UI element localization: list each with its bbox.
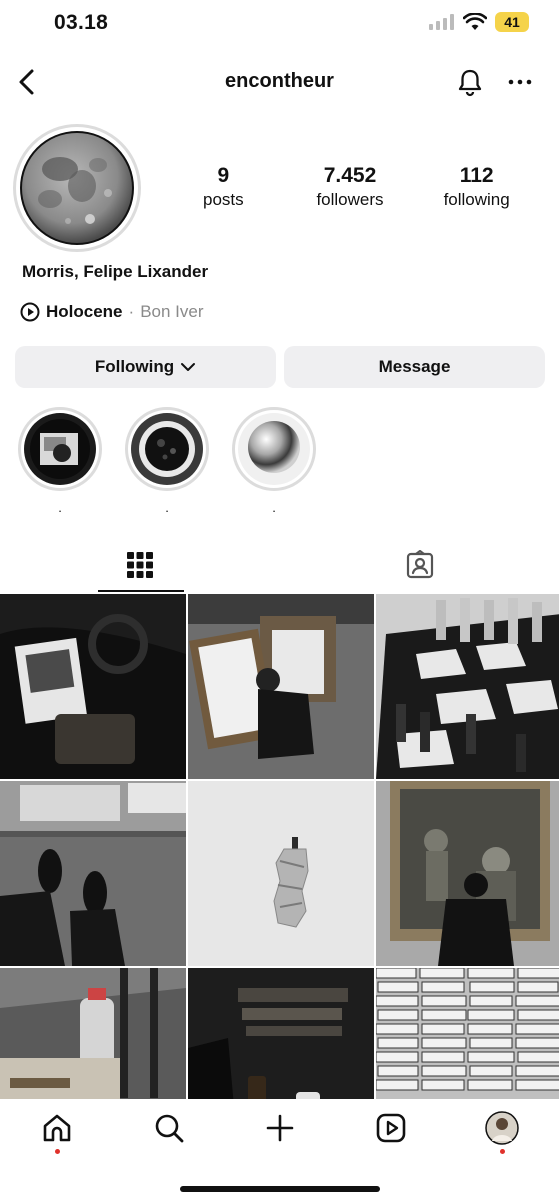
search-icon[interactable] <box>152 1111 186 1145</box>
highlight-3[interactable] <box>232 407 316 491</box>
profile-avatar-nav[interactable] <box>485 1111 519 1145</box>
profile-header: encontheur <box>0 58 559 106</box>
highlight-2[interactable] <box>125 407 209 491</box>
active-tab-indicator <box>98 590 184 592</box>
profile-notification-dot <box>500 1149 505 1154</box>
battery-indicator: 41 <box>495 12 529 32</box>
post-2[interactable] <box>188 594 374 779</box>
post-3[interactable] <box>376 594 559 779</box>
wifi-icon <box>463 13 487 30</box>
music-song: Holocene <box>46 302 123 321</box>
home-notification-dot <box>55 1149 60 1154</box>
moon-image <box>20 131 134 245</box>
status-bar: 03.18 41 <box>0 0 559 48</box>
message-button-label: Message <box>378 357 451 376</box>
highlight-1-cover <box>24 413 96 485</box>
bottom-navigation <box>0 1099 559 1200</box>
profile-tabs <box>0 538 559 592</box>
profile-avatar-ring[interactable] <box>13 124 141 252</box>
grid-icon <box>127 552 153 578</box>
profile-avatar <box>20 131 134 245</box>
bell-icon[interactable] <box>455 67 485 97</box>
following-button[interactable]: Following <box>15 346 276 388</box>
signal-icon <box>429 14 454 30</box>
highlight-2-label: . <box>165 500 169 515</box>
highlight-2-cover <box>131 413 203 485</box>
following-count: 112 <box>459 164 494 187</box>
followers-stat[interactable]: 7.452 followers <box>290 164 410 210</box>
reels-icon[interactable] <box>374 1111 408 1145</box>
post-6[interactable] <box>376 781 559 966</box>
posts-count: 9 <box>217 164 230 187</box>
status-icons: 41 <box>429 12 529 32</box>
music-separator: · <box>128 302 135 321</box>
posts-label: posts <box>203 190 244 209</box>
following-button-label: Following <box>94 357 175 376</box>
followers-count: 7.452 <box>323 164 377 187</box>
status-time: 03.18 <box>54 11 109 34</box>
music-artist: Bon Iver <box>140 302 204 321</box>
highlight-3-label: . <box>272 500 276 515</box>
post-9[interactable] <box>376 968 559 1099</box>
home-indicator <box>180 1186 380 1192</box>
more-options-icon[interactable] <box>507 70 533 94</box>
message-button[interactable]: Message <box>284 346 545 388</box>
tab-tagged[interactable] <box>280 538 559 592</box>
chevron-down-icon <box>181 363 196 371</box>
post-4[interactable] <box>0 781 186 966</box>
create-icon[interactable] <box>263 1111 297 1145</box>
profile-stats: 9 posts 7.452 followers 112 following <box>160 164 540 210</box>
highlight-1[interactable] <box>18 407 102 491</box>
following-stat[interactable]: 112 following <box>417 164 537 210</box>
post-1[interactable] <box>0 594 186 779</box>
highlight-1-label: . <box>58 500 62 515</box>
posts-stat: 9 posts <box>163 164 283 210</box>
highlight-3-cover <box>238 413 310 485</box>
tagged-icon <box>406 550 434 579</box>
followers-label: followers <box>316 190 384 209</box>
following-label: following <box>443 190 510 209</box>
play-circle-icon <box>20 302 40 322</box>
home-icon[interactable] <box>40 1111 74 1145</box>
profile-full-name: Morris, Felipe Lixander <box>22 262 209 281</box>
tab-posts-grid[interactable] <box>0 538 280 592</box>
post-5[interactable] <box>188 781 374 966</box>
post-7[interactable] <box>0 968 186 1099</box>
profile-music[interactable]: Holocene · Bon Iver <box>20 302 204 322</box>
posts-grid <box>0 594 559 1099</box>
post-8[interactable] <box>188 968 374 1099</box>
